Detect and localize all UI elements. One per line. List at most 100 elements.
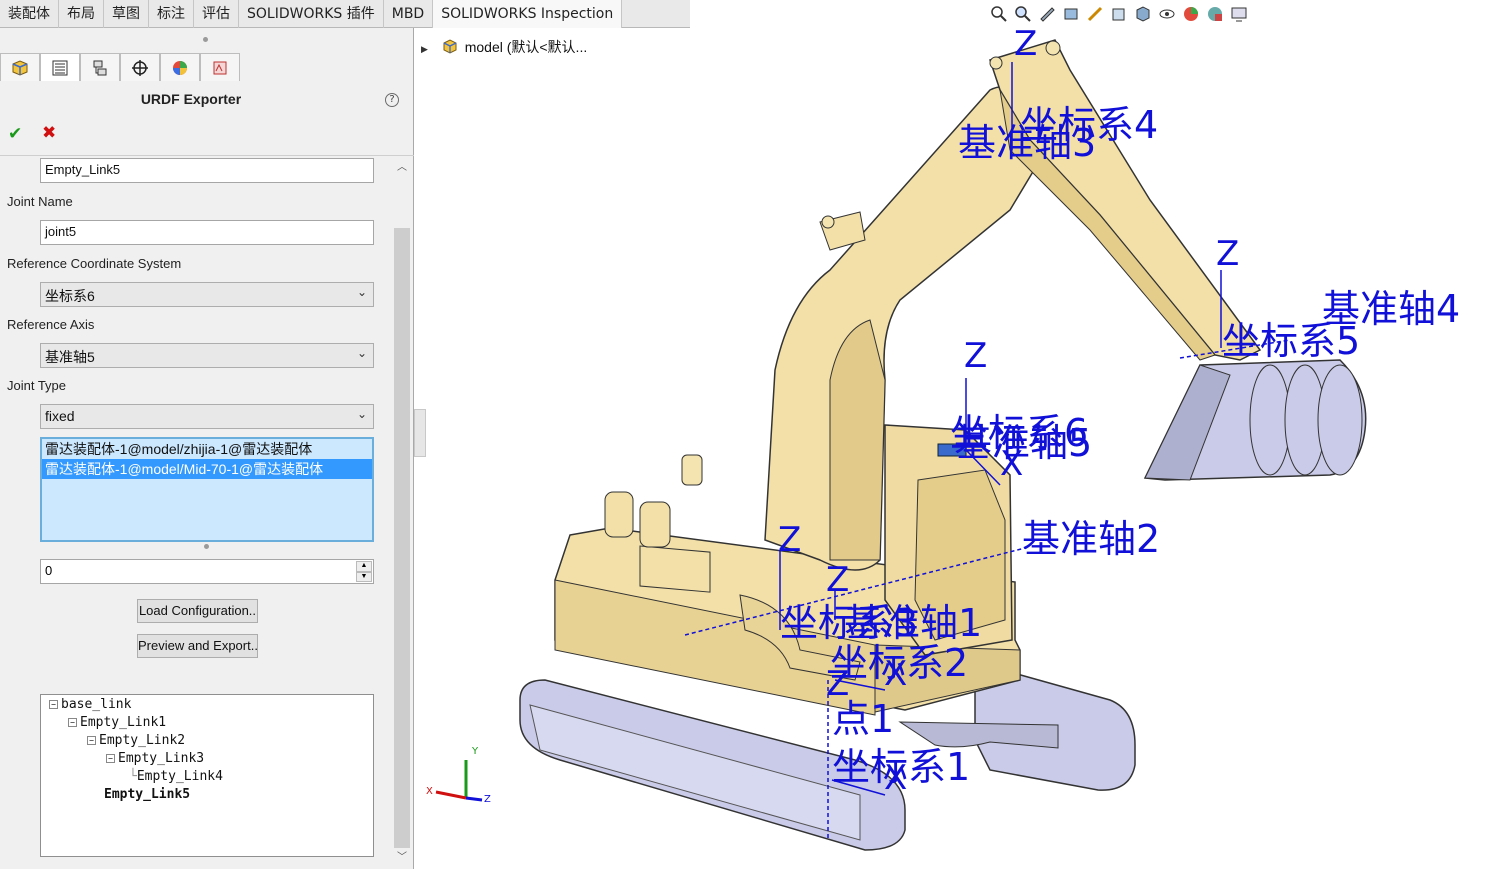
feature-tree-flyout[interactable]: ▶ model (默认<默认... bbox=[421, 37, 587, 57]
section-view-icon[interactable] bbox=[1062, 5, 1080, 23]
dynamic-annotation-icon[interactable] bbox=[1086, 5, 1104, 23]
view-settings-icon[interactable] bbox=[1230, 5, 1248, 23]
list-item[interactable]: 雷达装配体-1@model/zhijia-1@雷达装配体 bbox=[42, 439, 372, 459]
joint-type-value: fixed bbox=[45, 408, 75, 424]
display-manager-tab[interactable] bbox=[160, 53, 200, 81]
graphics-area[interactable]: 基准轴3 坐标系4 Z 基准轴4 坐标系5 Z Z 坐标系6 基准轴5 X 基准… bbox=[426, 28, 1508, 869]
dimxpert-manager-tab[interactable] bbox=[120, 53, 160, 81]
panel-scrollbar[interactable]: ︿ ﹀ bbox=[392, 156, 412, 869]
chevron-down-icon: ⌄ bbox=[356, 285, 367, 299]
scroll-up-icon[interactable]: ︿ bbox=[392, 158, 412, 176]
ref-axis-value: 基准轴5 bbox=[45, 349, 95, 365]
tree-node-selected[interactable]: Empty_Link5 bbox=[104, 787, 190, 803]
ref-coord-value: 坐标系6 bbox=[45, 288, 95, 304]
annotation-label: Z bbox=[778, 520, 802, 560]
zoom-to-area-icon[interactable] bbox=[1014, 5, 1032, 23]
tree-node[interactable]: − Empty_Link3 bbox=[106, 751, 204, 767]
collapse-icon[interactable]: − bbox=[87, 736, 96, 745]
joint-name-field[interactable]: joint5 bbox=[40, 220, 374, 245]
joint-type-select[interactable]: fixed ⌄ bbox=[40, 404, 374, 429]
feature-tree-root: model (默认<默认... bbox=[464, 39, 588, 55]
tree-node[interactable]: − Empty_Link1 bbox=[68, 715, 166, 731]
ok-check-icon[interactable]: ✔ bbox=[8, 124, 22, 144]
apply-scene-icon[interactable] bbox=[1206, 5, 1224, 23]
number-spinbox[interactable]: 0 ▲ ▼ bbox=[40, 559, 374, 584]
feature-tree-icon bbox=[12, 59, 28, 76]
view-triad bbox=[435, 760, 483, 802]
panel-title: URDF Exporter bbox=[140, 91, 242, 107]
spin-up-icon[interactable]: ▲ bbox=[356, 561, 372, 572]
zoom-to-fit-icon[interactable] bbox=[990, 5, 1008, 23]
scroll-down-icon[interactable]: ﹀ bbox=[392, 848, 412, 866]
view-orientation-icon[interactable] bbox=[1110, 5, 1128, 23]
annotation-label: Z bbox=[964, 336, 988, 376]
annotation-label: Z bbox=[1014, 28, 1038, 64]
tab-markup[interactable]: 标注 bbox=[149, 0, 194, 28]
chevron-down-icon: ⌄ bbox=[356, 407, 367, 421]
annotation-label: 坐标系4 bbox=[1020, 103, 1159, 147]
ref-axis-select[interactable]: 基准轴5 ⌄ bbox=[40, 343, 374, 368]
panel-splitter-handle[interactable] bbox=[414, 409, 426, 457]
excavator-stick bbox=[989, 39, 1262, 361]
collapse-icon[interactable]: − bbox=[49, 700, 58, 709]
cancel-x-icon[interactable]: ✖ bbox=[42, 123, 56, 143]
load-configuration-button[interactable]: Load Configuration.. bbox=[137, 599, 258, 623]
collapse-icon[interactable]: − bbox=[106, 754, 115, 763]
ref-coord-select[interactable]: 坐标系6 ⌄ bbox=[40, 282, 374, 307]
configuration-icon bbox=[93, 60, 107, 75]
property-manager-tab[interactable] bbox=[40, 53, 80, 81]
preview-export-button[interactable]: Preview and Export.. bbox=[137, 634, 258, 658]
tab-mbd[interactable]: MBD bbox=[384, 0, 434, 28]
help-icon[interactable]: ? bbox=[385, 93, 399, 107]
edit-appearance-icon[interactable] bbox=[1182, 5, 1200, 23]
triad-z-label: Z bbox=[484, 794, 491, 805]
joint-type-label: Joint Type bbox=[7, 378, 67, 393]
collapse-icon[interactable]: − bbox=[68, 718, 77, 727]
assembly-icon bbox=[443, 39, 457, 54]
link-name-field[interactable]: Empty_Link5 bbox=[40, 158, 374, 183]
cam-icon bbox=[213, 61, 227, 74]
tab-assembly[interactable]: 装配体 bbox=[0, 0, 59, 28]
tree-node[interactable]: − Empty_Link2 bbox=[87, 733, 185, 749]
tab-layout[interactable]: 布局 bbox=[59, 0, 104, 28]
joint-name-label: Joint Name bbox=[7, 194, 73, 209]
tab-sketch[interactable]: 草图 bbox=[104, 0, 149, 28]
feature-manager-tab[interactable] bbox=[0, 53, 40, 81]
link-tree[interactable]: − base_link − Empty_Link1 − Empty_Link2 − Em… bbox=[40, 694, 374, 857]
chevron-down-icon: ⌄ bbox=[356, 346, 367, 360]
spin-down-icon[interactable]: ▼ bbox=[356, 571, 372, 582]
tab-evaluate[interactable]: 评估 bbox=[194, 0, 239, 28]
ref-axis-label: Reference Axis bbox=[7, 317, 95, 332]
triad-y-label: Y bbox=[472, 746, 479, 757]
listbox-resize-grip[interactable] bbox=[204, 544, 209, 549]
splitter-grip[interactable] bbox=[203, 37, 208, 42]
excavator-bucket bbox=[1143, 359, 1367, 481]
scroll-thumb[interactable] bbox=[394, 228, 410, 848]
annotation-label: 基准轴2 bbox=[1022, 517, 1161, 561]
crosshair-icon bbox=[132, 59, 148, 76]
annotation-label: 坐标系5 bbox=[1222, 319, 1361, 363]
spin-arrows[interactable]: ▲ ▼ bbox=[356, 561, 372, 582]
tab-inspection[interactable]: SOLIDWORKS Inspection bbox=[433, 0, 623, 28]
property-list-icon bbox=[52, 60, 68, 75]
annotation-label: Z bbox=[1216, 234, 1240, 274]
configuration-manager-tab[interactable] bbox=[80, 53, 120, 81]
property-manager-panel: URDF Exporter ? ✔ ✖ Empty_Link5 Joint Na… bbox=[0, 28, 414, 869]
tab-addins[interactable]: SOLIDWORKS 插件 bbox=[239, 0, 384, 28]
appearance-ball-icon bbox=[173, 60, 187, 75]
hide-show-items-icon[interactable] bbox=[1158, 5, 1176, 23]
display-style-icon[interactable] bbox=[1134, 5, 1152, 23]
tree-node[interactable]: └Empty_Link4 bbox=[129, 769, 223, 785]
previous-view-icon[interactable] bbox=[1038, 5, 1056, 23]
triad-x-label: X bbox=[426, 786, 433, 797]
annotation-label: X bbox=[884, 758, 908, 798]
tree-node[interactable]: − base_link bbox=[49, 697, 131, 713]
annotation-label: Z bbox=[826, 560, 850, 600]
components-listbox[interactable]: 雷达装配体-1@model/zhijia-1@雷达装配体 雷达装配体-1@mod… bbox=[40, 437, 374, 542]
divider bbox=[0, 155, 414, 156]
list-item-selected[interactable]: 雷达装配体-1@model/Mid-70-1@雷达装配体 bbox=[42, 459, 372, 479]
expand-arrow-icon[interactable]: ▶ bbox=[421, 44, 428, 54]
annotation-label: Z bbox=[826, 664, 850, 704]
cam-manager-tab[interactable] bbox=[200, 53, 240, 81]
manager-tabs bbox=[0, 53, 240, 81]
